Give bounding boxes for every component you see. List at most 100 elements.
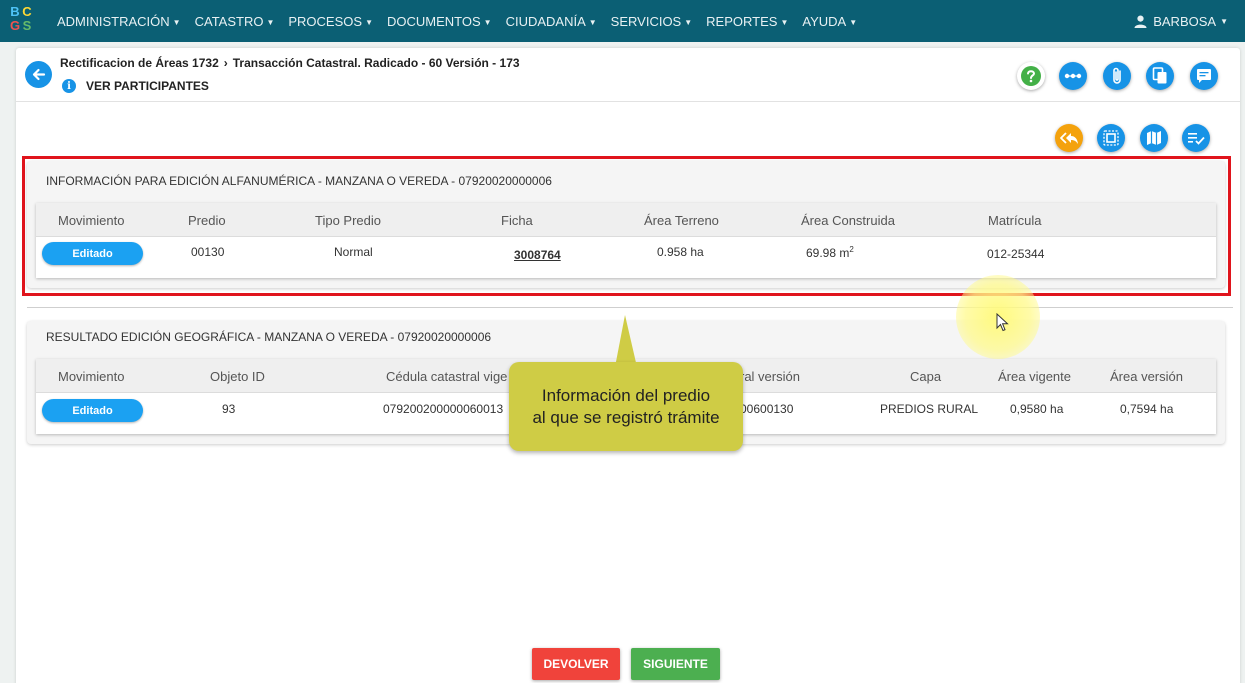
mouse-cursor-icon: [996, 313, 1009, 332]
reply-all-icon: [1060, 132, 1078, 144]
menu-label: CATASTRO: [194, 13, 264, 29]
menu-documentos[interactable]: DOCUMENTOS ▼: [387, 14, 492, 29]
area-construida-value: 69.98 m: [806, 246, 850, 260]
caret-down-icon: ▼: [588, 17, 597, 27]
user-icon: [1134, 15, 1147, 28]
cell-capa: PREDIOS RURAL: [880, 402, 979, 416]
col-capa: Capa: [910, 369, 942, 384]
ver-participantes-link[interactable]: i VER PARTICIPANTES: [62, 79, 209, 93]
cell-area-version: 0,7594 ha: [1120, 402, 1174, 416]
help-button[interactable]: [1017, 62, 1045, 90]
help-icon: [1021, 66, 1041, 86]
col-predio: Predio: [188, 213, 226, 228]
caret-down-icon: ▼: [365, 17, 373, 27]
callout-line-2: al que se registró trámite: [532, 408, 720, 427]
menu-label: CIUDADANÍA: [505, 13, 586, 29]
select-area-button[interactable]: [1097, 124, 1125, 152]
participants-label: VER PARTICIPANTES: [86, 79, 209, 93]
main-menu: ADMINISTRACIÓN ▼ CATASTRO ▼ PROCESOS ▼ DOCU…: [57, 0, 871, 42]
caret-down-icon: ▼: [483, 17, 492, 27]
more-options-button[interactable]: [1059, 62, 1087, 90]
alfanumeric-panel: INFORMACIÓN PARA EDICIÓN ALFANUMÉRICA - …: [27, 161, 1225, 288]
caret-down-icon: ▼: [684, 17, 693, 27]
caret-down-icon: ▼: [1220, 16, 1228, 26]
devolver-button[interactable]: DEVOLVER: [532, 648, 620, 680]
col-area-vigente: Área vigente: [998, 369, 1071, 384]
col-matricula: Matrícula: [988, 213, 1042, 228]
menu-ayuda[interactable]: AYUDA ▼: [802, 14, 857, 29]
map-button[interactable]: [1140, 124, 1168, 152]
arrow-left-icon: [32, 68, 46, 81]
alfanumeric-panel-title: INFORMACIÓN PARA EDICIÓN ALFANUMÉRICA - …: [46, 174, 552, 188]
cell-cedula-vigente: 079200200000060013: [383, 402, 504, 416]
map-icon: [1147, 131, 1161, 145]
col-area-construida: Área Construida: [801, 213, 895, 228]
paperclip-icon: [1113, 67, 1121, 84]
col-cedula-version: ral versión: [740, 369, 800, 384]
col-ficha: Ficha: [501, 213, 533, 228]
breadcrumb-item-transaction: Transacción Catastral. Radicado - 60 Ver…: [232, 56, 520, 70]
ficha-link[interactable]: 3008764: [514, 248, 561, 262]
table-header: Movimiento Predio Tipo Predio Ficha Área…: [36, 203, 1216, 237]
menu-catastro[interactable]: CATASTRO ▼: [195, 14, 275, 29]
more-horizontal-icon: [1064, 73, 1082, 79]
top-navbar: BC GS ADMINISTRACIÓN ▼ CATASTRO ▼ PROCESOS…: [0, 0, 1245, 42]
notes-button[interactable]: [1190, 62, 1218, 90]
cell-predio: 00130: [191, 245, 225, 259]
menu-label: DOCUMENTOS: [386, 13, 481, 29]
header-divider: [16, 101, 1240, 102]
menu-label: REPORTES: [706, 13, 778, 29]
cell-tipo-predio: Normal: [334, 245, 373, 259]
back-button[interactable]: [25, 61, 52, 88]
reply-all-button[interactable]: [1055, 124, 1083, 152]
col-cedula-vigente: Cédula catastral vige: [386, 369, 508, 384]
menu-procesos[interactable]: PROCESOS ▼: [288, 14, 373, 29]
col-area-version: Área versión: [1110, 369, 1183, 384]
caret-down-icon: ▼: [172, 17, 181, 27]
geographic-panel-title: RESULTADO EDICIÓN GEOGRÁFICA - MANZANA O…: [46, 330, 492, 344]
siguiente-button[interactable]: SIGUIENTE: [631, 648, 720, 680]
col-objeto-id: Objeto ID: [210, 369, 265, 384]
copy-document-icon: [1152, 67, 1167, 84]
col-movimiento: Movimiento: [58, 213, 125, 228]
checklist-icon: [1188, 133, 1205, 145]
comment-icon: [1197, 69, 1211, 83]
movimiento-badge[interactable]: Editado: [42, 399, 143, 422]
caret-down-icon: ▼: [849, 17, 858, 27]
chevron-right-icon: ›: [223, 56, 228, 70]
menu-label: ADMINISTRACIÓN: [57, 13, 170, 29]
checklist-button[interactable]: [1182, 124, 1210, 152]
documents-button[interactable]: [1146, 62, 1174, 90]
alfanumeric-table: Movimiento Predio Tipo Predio Ficha Área…: [36, 203, 1216, 278]
movimiento-badge[interactable]: Editado: [42, 242, 143, 265]
menu-label: PROCESOS: [288, 13, 363, 29]
cell-objeto-id: 93: [222, 402, 236, 416]
caret-down-icon: ▼: [780, 17, 789, 27]
menu-ciudadania[interactable]: CIUDADANÍA ▼: [506, 14, 597, 29]
menu-administracion[interactable]: ADMINISTRACIÓN ▼: [57, 14, 181, 29]
callout-pointer: [615, 315, 637, 367]
app-logo[interactable]: BC GS: [9, 5, 37, 37]
menu-label: SERVICIOS: [610, 13, 682, 29]
menu-servicios[interactable]: SERVICIOS ▼: [611, 14, 692, 29]
user-menu[interactable]: BARBOSA ▼: [1134, 0, 1228, 42]
cell-area-terreno: 0.958 ha: [657, 245, 704, 259]
col-tipo-predio: Tipo Predio: [315, 213, 381, 228]
cell-area-construida: 69.98 m2: [806, 245, 854, 260]
cell-area-vigente: 0,9580 ha: [1010, 402, 1064, 416]
menu-label: AYUDA: [802, 13, 847, 29]
breadcrumb: Rectificacion de Áreas 1732 › Transacción …: [60, 56, 520, 70]
user-name: BARBOSA: [1153, 13, 1217, 29]
info-icon: i: [62, 79, 76, 93]
breadcrumb-item-process[interactable]: Rectificacion de Áreas 1732: [60, 56, 219, 70]
attachments-button[interactable]: [1103, 62, 1131, 90]
cell-matricula: 012-25344: [987, 247, 1045, 261]
caret-down-icon: ▼: [266, 17, 275, 27]
unit-superscript: 2: [849, 245, 854, 254]
col-area-terreno: Área Terreno: [644, 213, 719, 228]
col-movimiento: Movimiento: [58, 369, 125, 384]
menu-reportes[interactable]: REPORTES ▼: [706, 14, 788, 29]
section-divider: [27, 307, 1233, 308]
select-all-icon: [1103, 130, 1119, 146]
cell-cedula-version: 00600130: [740, 402, 794, 416]
